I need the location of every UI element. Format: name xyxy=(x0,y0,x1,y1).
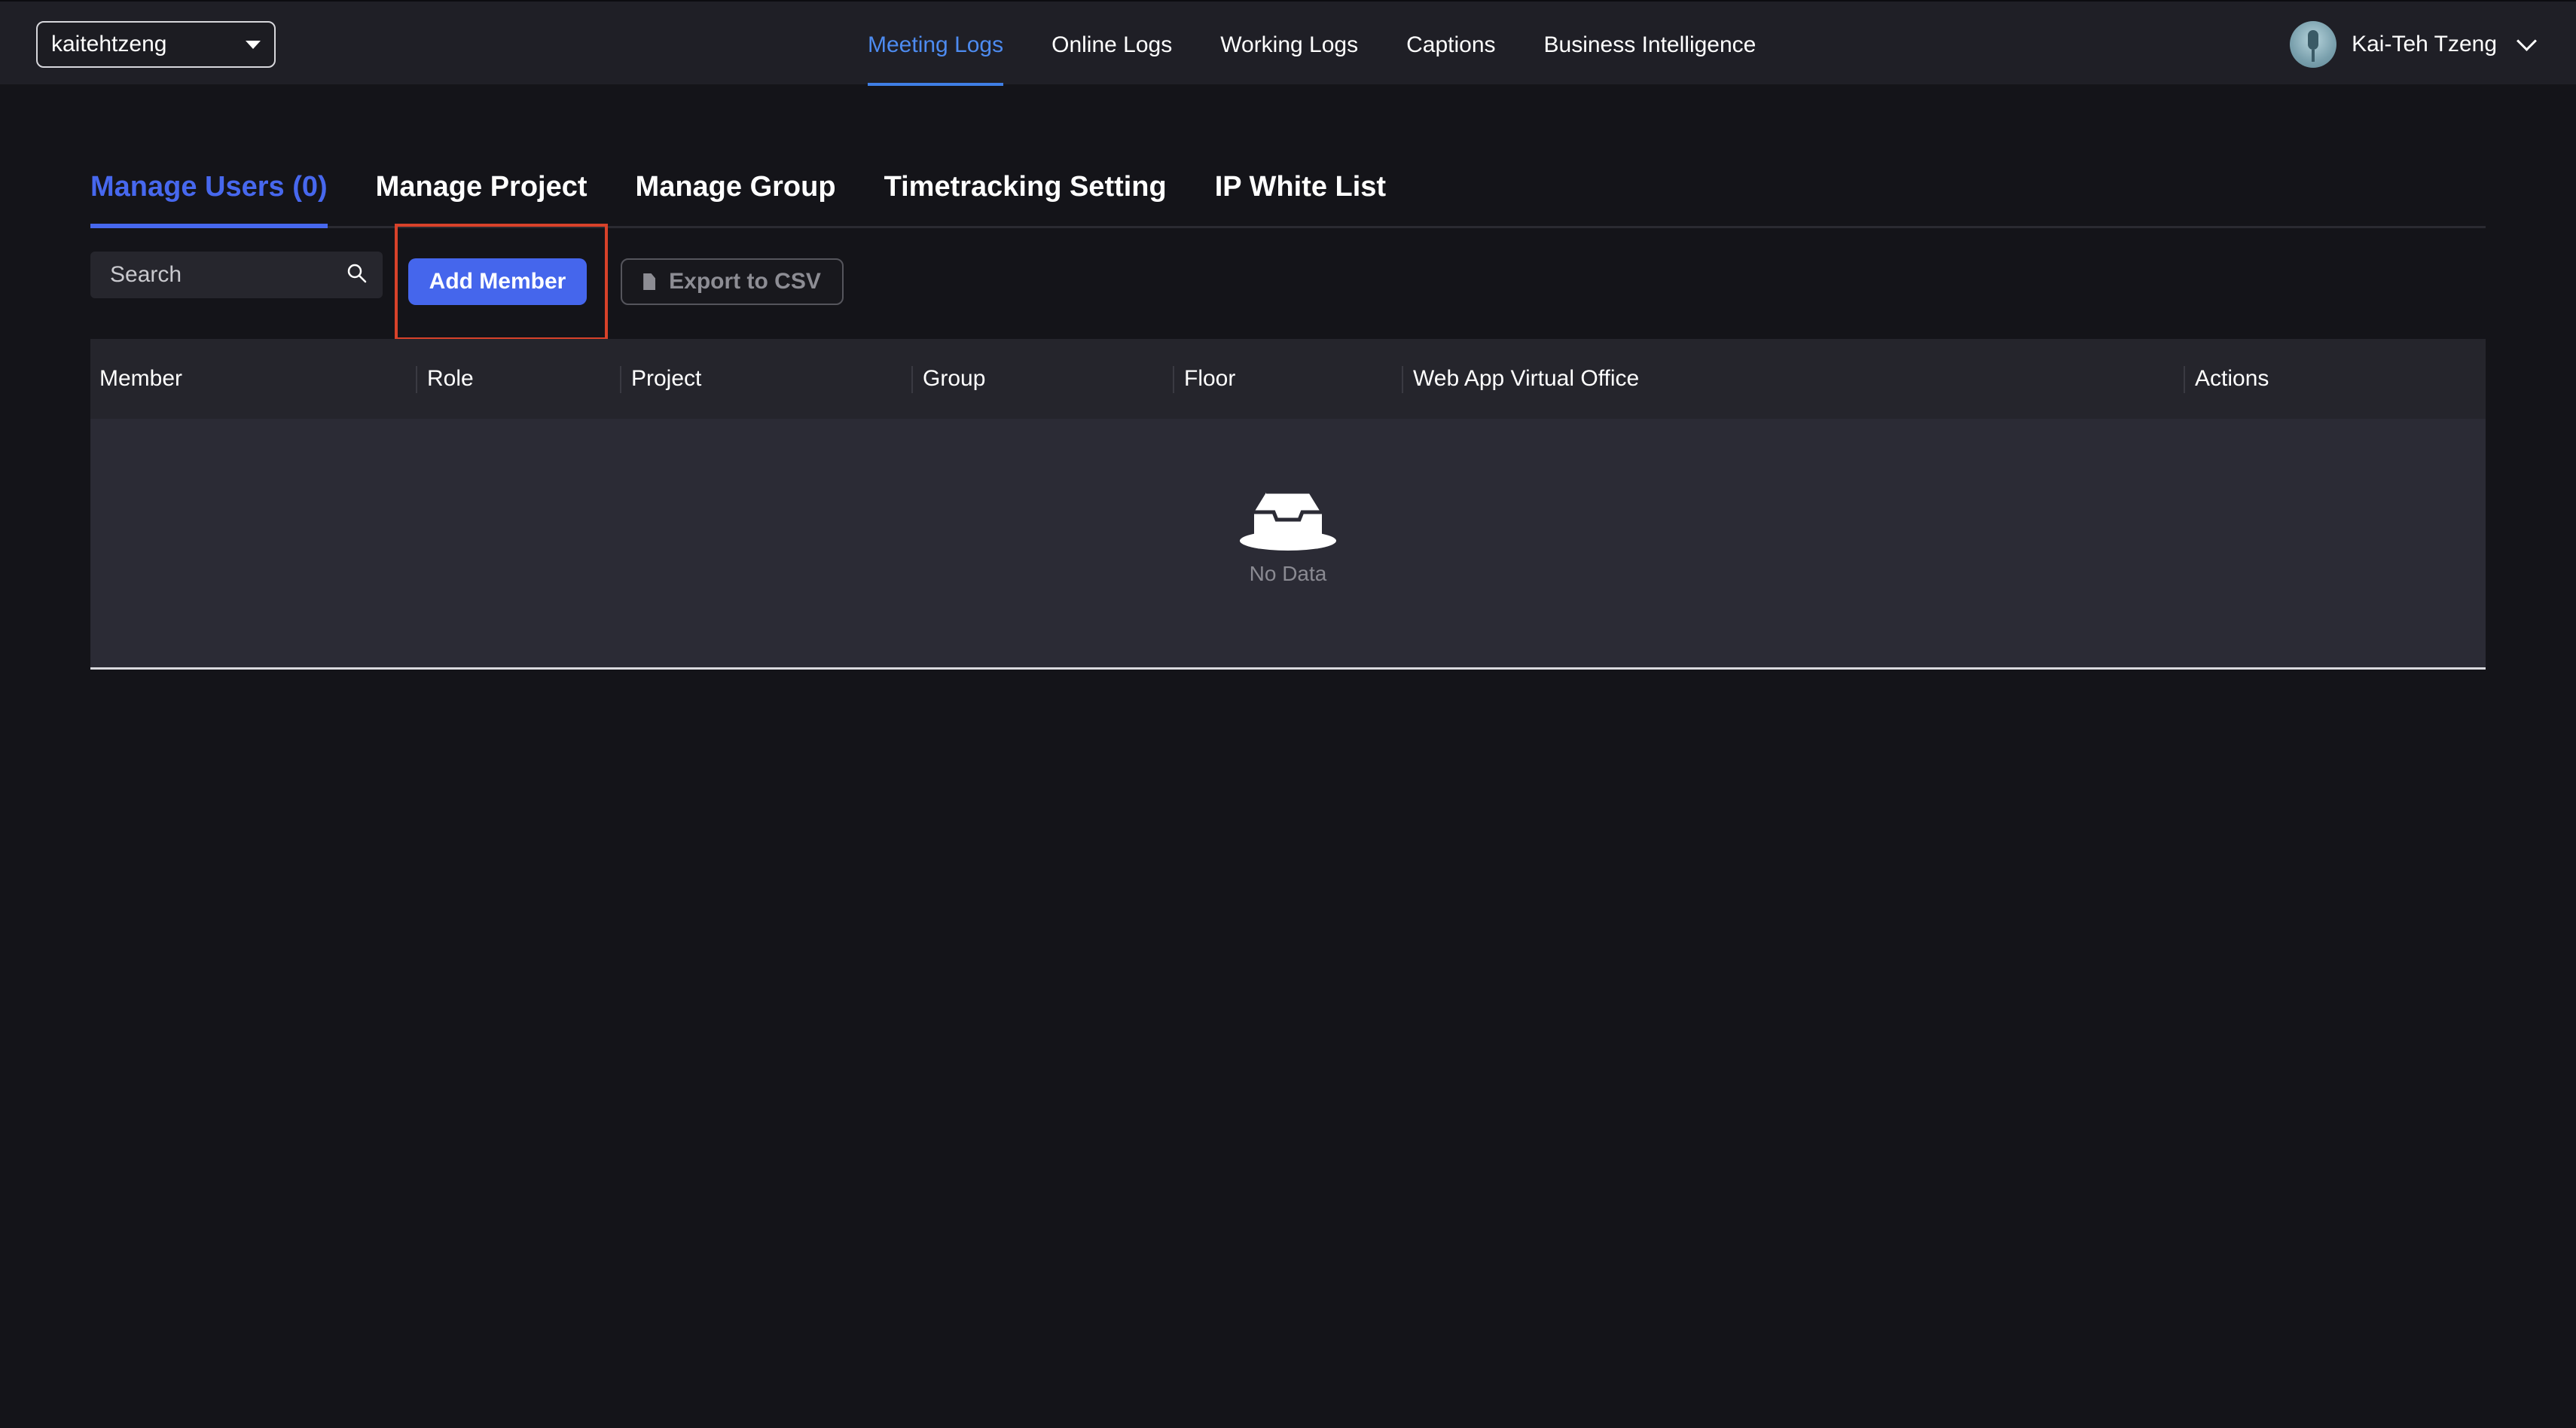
tab-manage-project[interactable]: Manage Project xyxy=(376,158,588,226)
organization-select[interactable]: kaitehtzeng xyxy=(36,21,276,68)
top-nav: Meeting Logs Online Logs Working Logs Ca… xyxy=(868,2,1804,86)
add-member-button[interactable]: Add Member xyxy=(408,258,587,305)
top-bar: kaitehtzeng Meeting Logs Online Logs Wor… xyxy=(0,0,2576,86)
avatar[interactable] xyxy=(2290,21,2337,68)
nav-business-intelligence[interactable]: Business Intelligence xyxy=(1544,2,1757,86)
user-menu[interactable]: Kai-Teh Tzeng xyxy=(2290,21,2537,68)
export-csv-button[interactable]: Export to CSV xyxy=(621,258,844,305)
tab-ip-white-list[interactable]: IP White List xyxy=(1215,158,1386,226)
chevron-down-icon[interactable] xyxy=(2516,30,2537,51)
column-actions: Actions xyxy=(2195,366,2269,391)
nav-working-logs[interactable]: Working Logs xyxy=(1220,2,1358,86)
caret-down-icon xyxy=(246,41,261,49)
nav-meeting-logs[interactable]: Meeting Logs xyxy=(868,2,1004,86)
search-box[interactable] xyxy=(90,252,383,298)
tab-manage-users[interactable]: Manage Users (0) xyxy=(90,158,328,228)
file-icon xyxy=(643,273,656,290)
column-group[interactable]: Group xyxy=(923,339,985,419)
search-input[interactable] xyxy=(108,261,337,288)
tab-manage-group[interactable]: Manage Group xyxy=(636,158,836,226)
table-header: Member Role Project Group Floor Web App … xyxy=(90,339,2486,419)
empty-state: No Data xyxy=(90,490,2486,586)
settings-tabs: Manage Users (0) Manage Project Manage G… xyxy=(90,158,2486,228)
organization-select-value: kaitehtzeng xyxy=(51,32,167,56)
export-csv-label: Export to CSV xyxy=(669,269,821,294)
nav-online-logs[interactable]: Online Logs xyxy=(1051,2,1172,86)
nav-captions[interactable]: Captions xyxy=(1406,2,1495,86)
table-body: No Data xyxy=(90,419,2486,670)
search-icon[interactable] xyxy=(346,263,368,284)
column-project[interactable]: Project xyxy=(631,339,701,419)
user-name[interactable]: Kai-Teh Tzeng xyxy=(2352,32,2497,57)
column-floor[interactable]: Floor xyxy=(1184,339,1235,419)
tab-timetracking-setting[interactable]: Timetracking Setting xyxy=(884,158,1167,226)
column-role[interactable]: Role xyxy=(427,339,474,419)
members-table: Member Role Project Group Floor Web App … xyxy=(90,339,2486,670)
microphone-icon xyxy=(2308,30,2319,50)
column-web-app-virtual-office[interactable]: Web App Virtual Office xyxy=(1413,339,1639,419)
empty-text: No Data xyxy=(1249,562,1327,585)
empty-inbox-icon xyxy=(1240,491,1336,551)
column-member[interactable]: Member xyxy=(99,339,182,419)
